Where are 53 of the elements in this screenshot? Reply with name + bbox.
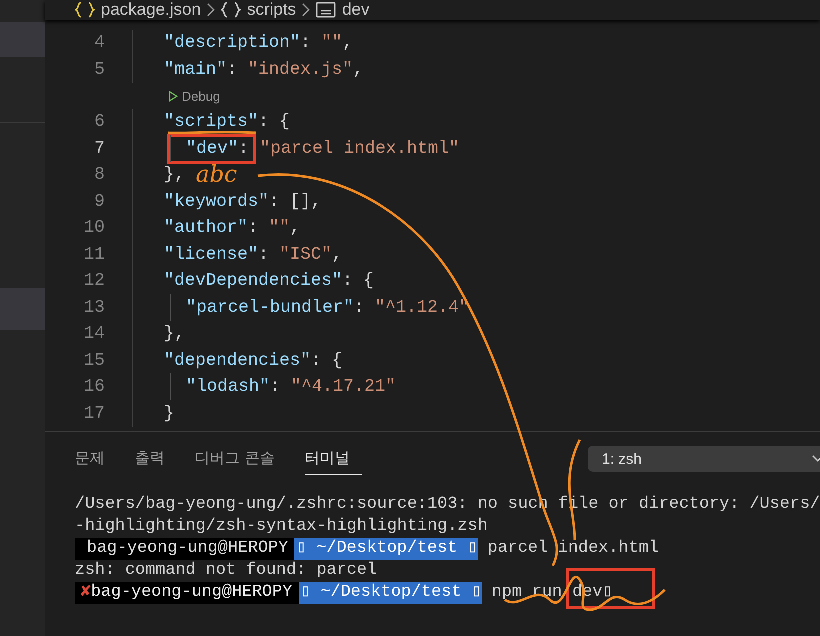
line-number: 4 (93, 33, 105, 54)
prompt-user: bag-yeong-ung@HEROPY (75, 538, 294, 560)
prompt-user: ✘bag-yeong-ung@HEROPY (75, 582, 299, 604)
code-line: } (164, 404, 175, 424)
code-line: "description": "", (164, 33, 354, 54)
string-icon (316, 2, 336, 18)
prompt-path: ▯ ~/Desktop/test ▯ (298, 582, 482, 604)
text-cursor: ▯ (602, 582, 613, 604)
panel-tab[interactable]: 출력 (135, 443, 177, 475)
code-line: "parcel-bundler": "^1.12.4" (186, 298, 470, 318)
line-number: 9 (93, 192, 105, 212)
code-line: "devDependencies": { (164, 271, 374, 292)
code-line: "author": "", (164, 218, 301, 238)
braces-icon (221, 2, 242, 18)
line-number: 17 (82, 404, 105, 424)
terminal-select[interactable]: 1: zsh (588, 446, 820, 472)
terminal-command: parcel index.html (486, 538, 659, 560)
code-line: "scripts": { (164, 112, 290, 132)
line-number: 16 (82, 377, 105, 398)
line-number: 11 (82, 244, 105, 265)
code-line: }, (164, 324, 186, 344)
terminal-output: -highlighting/zsh-syntax-highlighting.zsh (75, 516, 488, 538)
code-line: "dependencies": { (164, 350, 343, 371)
handwritten-note: abc (196, 162, 238, 188)
panel-tab[interactable]: 터미널 (304, 443, 362, 475)
line-number: 5 (93, 60, 105, 80)
code-line: "keywords": [], (164, 192, 322, 212)
boxed-code: "dev": (167, 134, 256, 164)
panel-tab[interactable]: 문제 (75, 443, 117, 475)
line-number: 12 (82, 271, 105, 292)
braces-icon (75, 2, 95, 18)
prompt-path: ▯ ~/Desktop/test ▯ (294, 538, 478, 560)
line-number: 15 (82, 350, 105, 371)
breadcrumb-item[interactable]: dev (342, 1, 370, 19)
code-line: "parcel index.html" (260, 138, 460, 159)
debug-link[interactable]: Debug (182, 88, 220, 104)
chevron-right-icon (207, 3, 216, 17)
breadcrumb-item[interactable]: scripts (247, 1, 296, 19)
line-number: 6 (93, 112, 105, 132)
line-number: 7 (93, 138, 105, 159)
code-line: "lodash": "^4.17.21" (186, 377, 396, 398)
line-number: 13 (82, 298, 105, 318)
play-icon (169, 90, 178, 102)
code-line: }, (164, 165, 186, 186)
line-number: 14 (82, 324, 105, 344)
terminal-output: zsh: command not found: parcel (75, 560, 378, 582)
code-line: "main": "index.js", (164, 60, 364, 80)
breadcrumb-item[interactable]: package.json (101, 1, 202, 19)
chevron-right-icon (302, 3, 310, 17)
line-number: 8 (93, 165, 105, 186)
code-line: "license": "ISC", (164, 244, 343, 265)
line-number: 10 (82, 218, 105, 238)
panel-tab[interactable]: 디버그 콘솔 (195, 443, 287, 475)
